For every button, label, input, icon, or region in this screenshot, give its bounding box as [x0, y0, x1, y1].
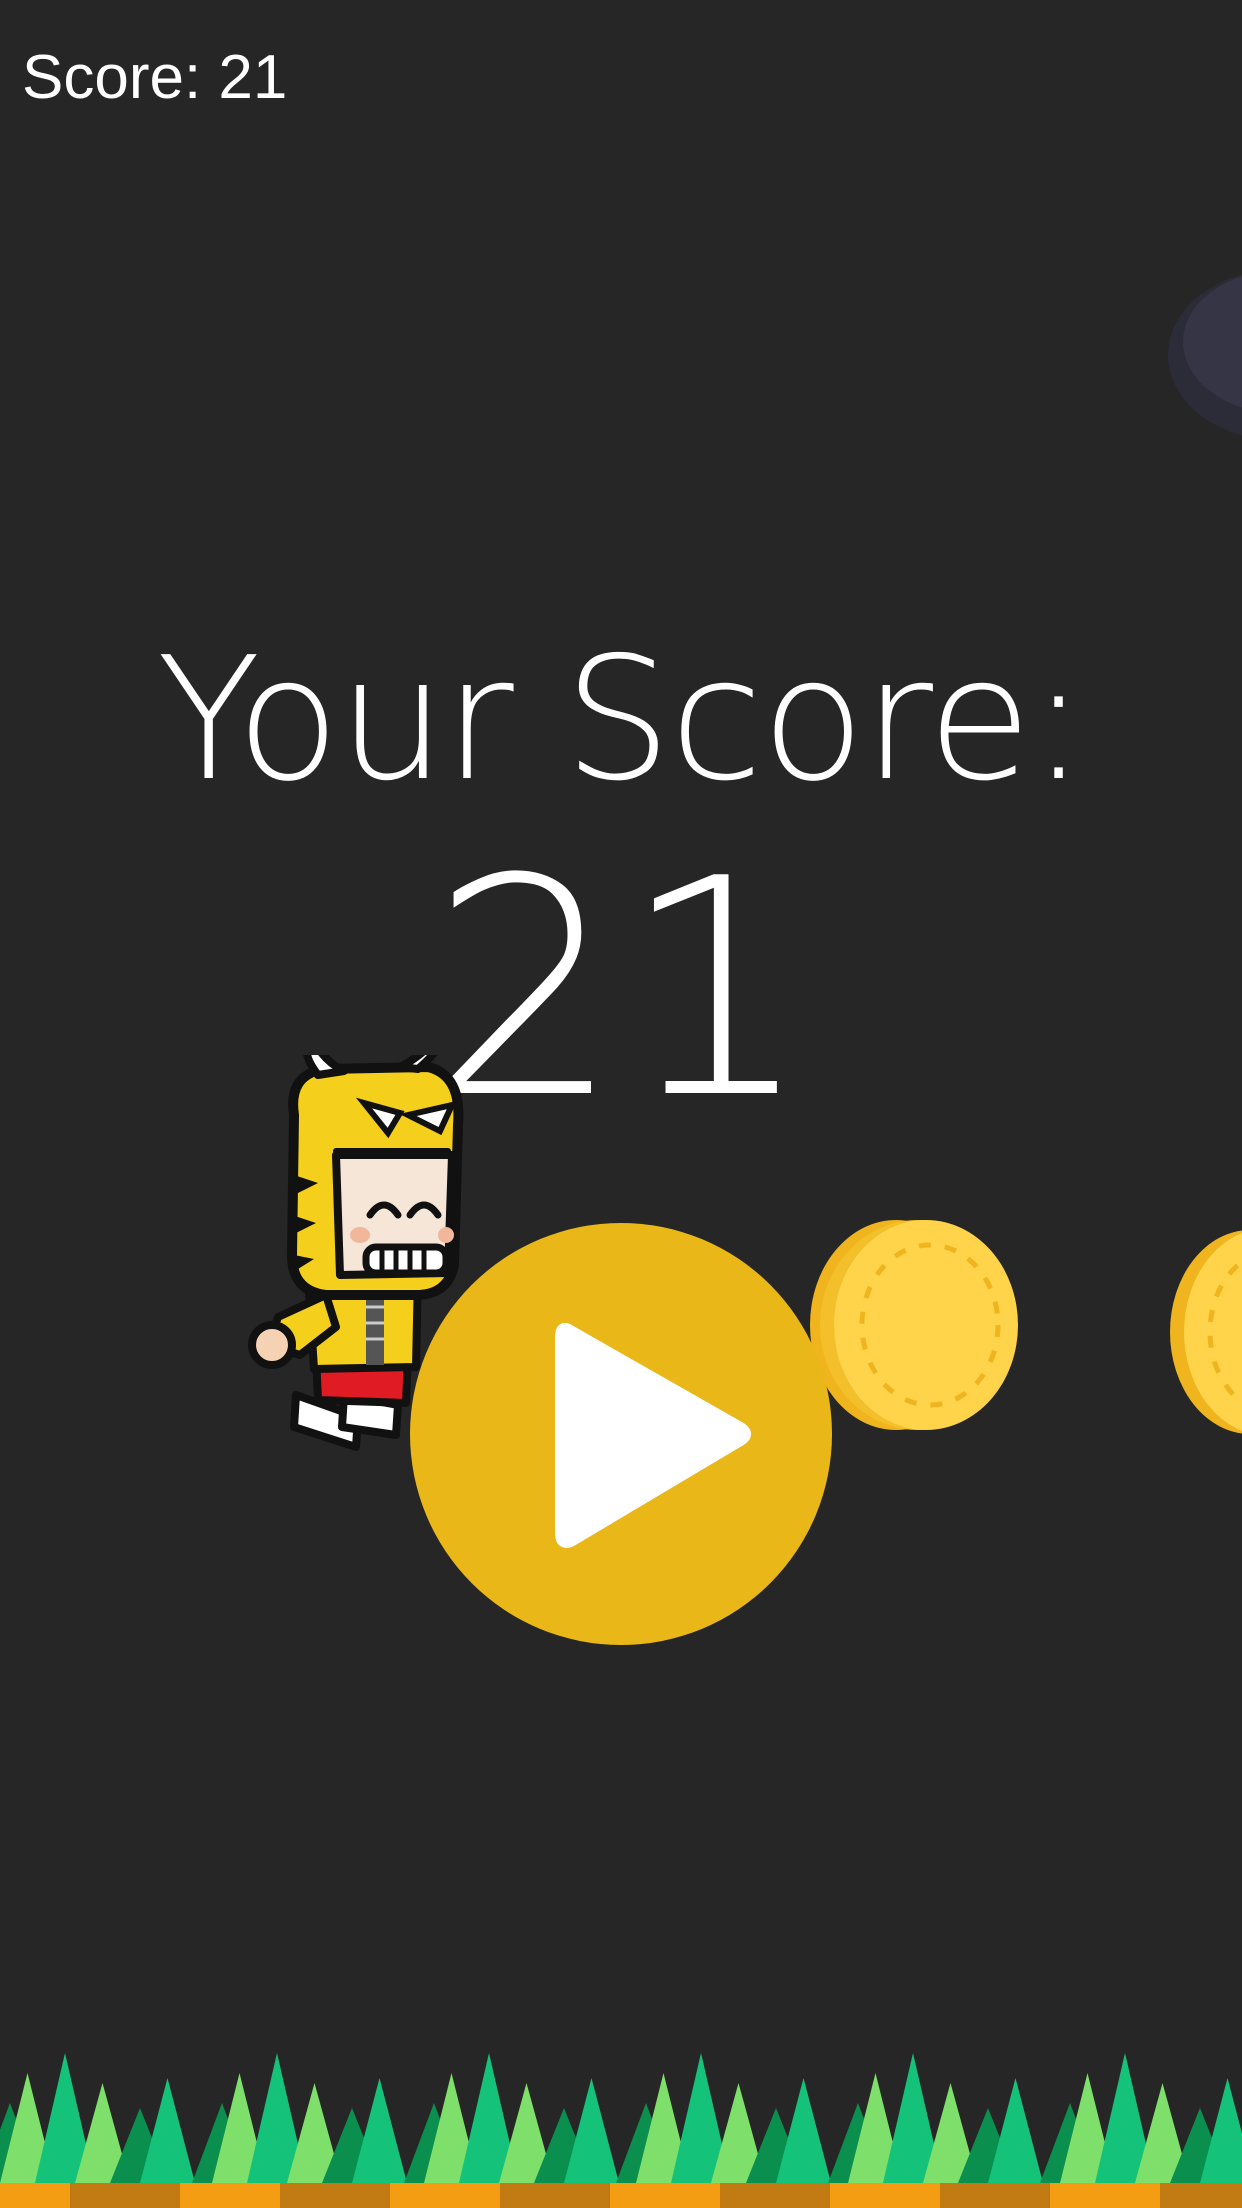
grass-ground — [0, 2053, 1242, 2208]
game-screen: Score: 21 Your Score: 21 — [0, 0, 1242, 2208]
obstacle-ball-icon — [1168, 274, 1242, 436]
play-icon — [555, 1322, 751, 1548]
coin-icon — [1170, 1230, 1242, 1434]
final-score-value: 21 — [430, 815, 812, 1164]
your-score-heading: Your Score: — [156, 621, 1087, 819]
hud-score: Score: 21 — [22, 43, 288, 112]
play-button[interactable] — [410, 1223, 832, 1645]
coin-icon — [810, 1220, 1018, 1430]
